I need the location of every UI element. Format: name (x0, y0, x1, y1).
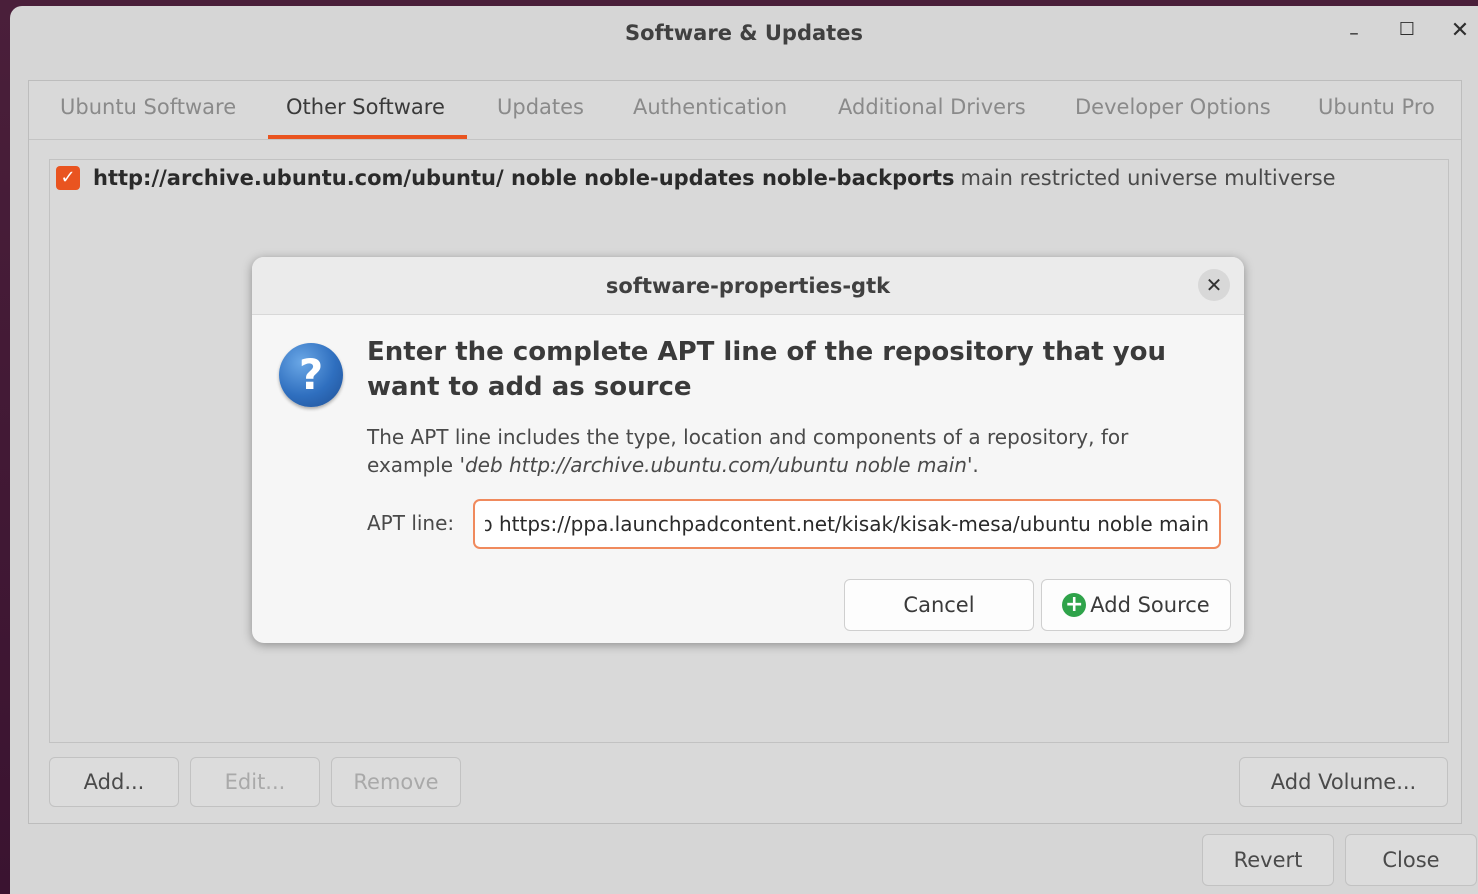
dialog-heading: Enter the complete APT line of the repos… (367, 337, 1167, 402)
add-source-dialog: software-properties-gtk ✕ ? Enter the co… (252, 257, 1244, 643)
apt-line-label: APT line: (367, 511, 455, 535)
dialog-titlebar[interactable]: software-properties-gtk (252, 257, 1244, 315)
dialog-description: The APT line includes the type, location… (367, 423, 1207, 479)
modal-layer: software-properties-gtk ✕ ? Enter the co… (0, 0, 1478, 894)
add-source-button[interactable]: + Add Source (1041, 579, 1231, 631)
apt-line-input[interactable] (473, 499, 1221, 549)
description-example: deb http://archive.ubuntu.com/ubuntu nob… (464, 453, 967, 477)
dialog-title: software-properties-gtk (605, 273, 891, 298)
cancel-button[interactable]: Cancel (844, 579, 1034, 631)
add-icon: + (1062, 593, 1087, 617)
dialog-close-icon[interactable]: ✕ (1198, 269, 1230, 301)
add-source-label: Add Source (1090, 593, 1210, 617)
question-icon: ? (279, 343, 343, 407)
description-end: '. (966, 453, 979, 477)
